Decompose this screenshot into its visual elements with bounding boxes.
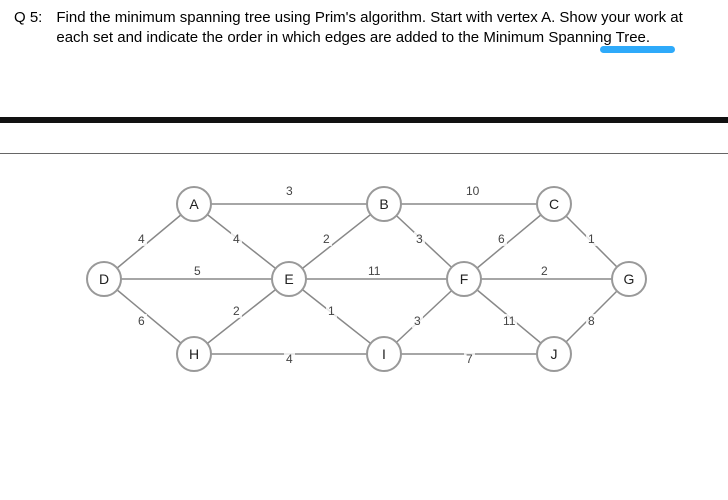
weight-e-i: 1 bbox=[326, 304, 337, 318]
node-h: H bbox=[176, 336, 212, 372]
node-label: H bbox=[189, 346, 199, 362]
graph-edges bbox=[64, 174, 664, 384]
question-text: Find the minimum spanning tree using Pri… bbox=[56, 8, 714, 49]
node-f: F bbox=[446, 261, 482, 297]
node-label: J bbox=[551, 346, 558, 362]
weight-a-e: 4 bbox=[231, 232, 242, 246]
weight-f-g: 2 bbox=[539, 264, 550, 278]
node-label: A bbox=[189, 196, 198, 212]
weight-a-d: 4 bbox=[136, 232, 147, 246]
weight-i-j: 7 bbox=[464, 352, 475, 366]
weight-f-i: 3 bbox=[412, 314, 423, 328]
weight-g-j: 8 bbox=[586, 314, 597, 328]
node-e: E bbox=[271, 261, 307, 297]
question-number: Q 5: bbox=[14, 8, 42, 49]
node-label: I bbox=[382, 346, 386, 362]
node-label: E bbox=[284, 271, 293, 287]
weight-c-f: 6 bbox=[496, 232, 507, 246]
node-label: D bbox=[99, 271, 109, 287]
node-label: F bbox=[460, 271, 469, 287]
node-i: I bbox=[366, 336, 402, 372]
weight-d-e: 5 bbox=[192, 264, 203, 278]
node-d: D bbox=[86, 261, 122, 297]
weight-e-h: 2 bbox=[231, 304, 242, 318]
node-c: C bbox=[536, 186, 572, 222]
weight-c-g: 1 bbox=[586, 232, 597, 246]
node-label: G bbox=[624, 271, 635, 287]
highlight-mark bbox=[600, 46, 675, 53]
weight-f-j: 11 bbox=[501, 314, 517, 328]
weight-b-e: 2 bbox=[321, 232, 332, 246]
weight-h-i: 4 bbox=[284, 352, 295, 366]
node-a: A bbox=[176, 186, 212, 222]
weight-b-f: 3 bbox=[414, 232, 425, 246]
weight-e-f: 11 bbox=[366, 264, 382, 278]
weight-b-c: 10 bbox=[464, 184, 481, 198]
node-j: J bbox=[536, 336, 572, 372]
weight-d-h: 6 bbox=[136, 314, 147, 328]
node-label: C bbox=[549, 196, 559, 212]
graph-figure: A B C D E F G H I J 3 10 4 4 2 3 6 1 5 1… bbox=[64, 174, 664, 384]
node-label: B bbox=[379, 196, 388, 212]
divider-thin bbox=[0, 153, 728, 154]
node-g: G bbox=[611, 261, 647, 297]
divider-thick bbox=[0, 117, 728, 123]
weight-a-b: 3 bbox=[284, 184, 295, 198]
node-b: B bbox=[366, 186, 402, 222]
